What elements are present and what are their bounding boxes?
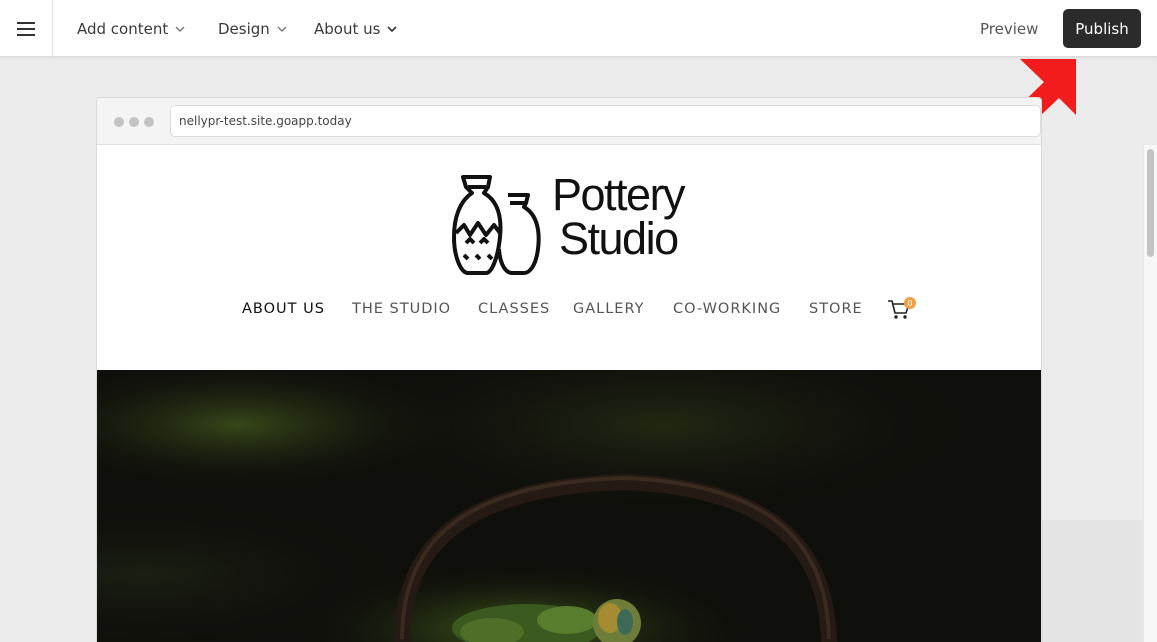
logo-line-1: Pottery (552, 169, 686, 220)
design-menu[interactable]: Design (218, 0, 287, 57)
hamburger-menu-button[interactable] (0, 0, 53, 57)
nav-item-about-us[interactable]: ABOUT US (242, 301, 325, 317)
site-navigation: ABOUT US THE STUDIO CLASSES GALLERY CO-W… (97, 296, 1041, 326)
logo-wordmark: Pottery Studio (552, 169, 686, 264)
teapot-photo (97, 370, 1041, 642)
chevron-down-icon (277, 26, 287, 32)
address-bar: nellypr-test.site.goapp.today (170, 105, 1041, 137)
shopping-cart-button[interactable]: 0 (887, 296, 917, 324)
window-dot-icon (114, 117, 124, 127)
add-content-menu[interactable]: Add content (77, 0, 185, 57)
page-selector-menu[interactable]: About us (314, 0, 398, 57)
nav-item-the-studio[interactable]: THE STUDIO (352, 301, 451, 317)
nav-item-classes[interactable]: CLASSES (478, 301, 550, 317)
site-logo[interactable]: Pottery Studio (450, 169, 695, 283)
add-content-label: Add content (77, 19, 169, 38)
window-dot-icon (129, 117, 139, 127)
scrollbar-thumb[interactable] (1147, 149, 1154, 257)
canvas-scrollbar[interactable] (1143, 145, 1157, 642)
site-url: nellypr-test.site.goapp.today (179, 114, 352, 128)
chevron-down-icon (175, 26, 185, 32)
hero-image (97, 370, 1041, 642)
nav-item-store[interactable]: STORE (809, 301, 863, 317)
chevron-down-icon (387, 25, 398, 32)
nav-item-co-working[interactable]: CO-WORKING (673, 301, 781, 317)
design-label: Design (218, 19, 270, 38)
window-dot-icon (144, 117, 154, 127)
site-preview-frame: nellypr-test.site.goapp.today Pottery St… (96, 97, 1042, 642)
vases-logo-icon (452, 175, 541, 275)
preview-button[interactable]: Preview (980, 0, 1038, 57)
canvas-background-panel (1042, 520, 1143, 642)
hamburger-menu-icon (17, 21, 35, 36)
nav-item-gallery[interactable]: GALLERY (573, 301, 644, 317)
browser-chrome: nellypr-test.site.goapp.today (97, 98, 1041, 145)
cart-count-badge: 0 (904, 297, 916, 309)
editor-toolbar: Add content Design About us Preview Publ… (0, 0, 1157, 57)
logo-line-2: Studio (559, 213, 679, 264)
publish-button[interactable]: Publish (1063, 9, 1141, 48)
page-selector-label: About us (314, 19, 381, 38)
